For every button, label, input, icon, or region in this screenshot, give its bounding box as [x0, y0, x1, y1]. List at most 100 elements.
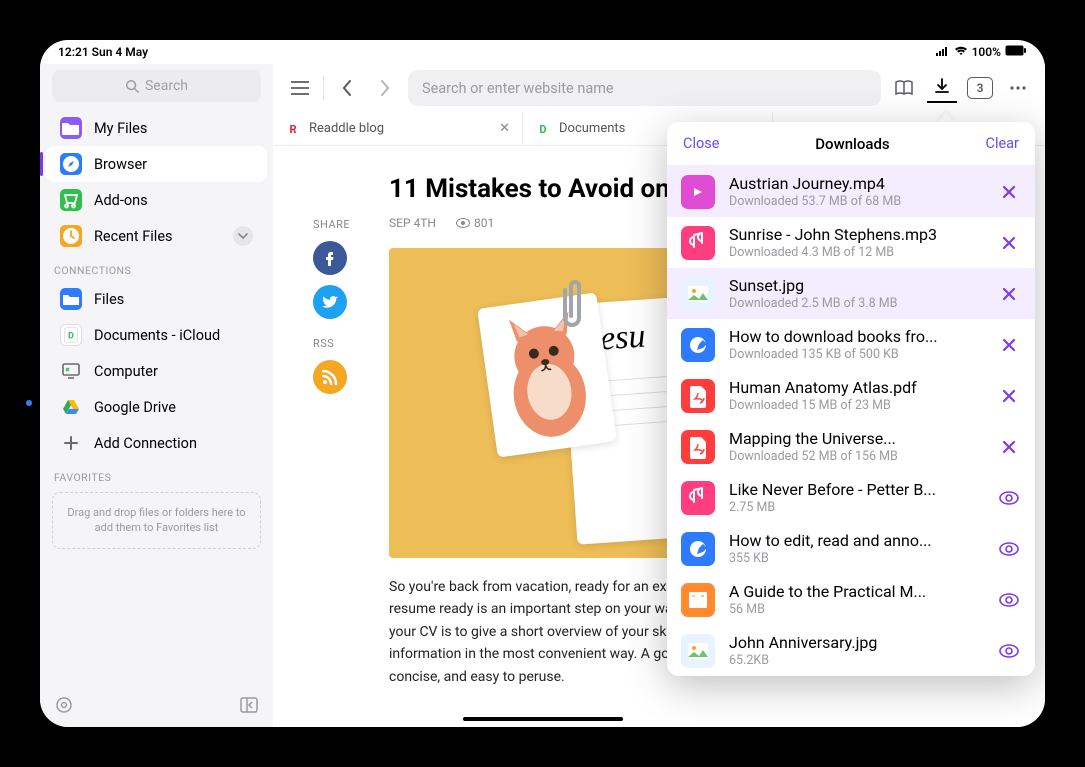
downloads-clear[interactable]: Clear	[986, 135, 1019, 152]
connection-computer[interactable]: Computer	[46, 353, 267, 389]
download-name: Mapping the Universe...	[729, 429, 983, 448]
download-name: How to download books fro...	[729, 327, 983, 346]
download-row[interactable]: Like Never Before - Petter B...2.75 MB	[667, 472, 1035, 523]
rss-label: RSS	[313, 337, 363, 350]
download-status: 56 MB	[729, 602, 983, 617]
back-button[interactable]	[332, 73, 362, 103]
pdf-file-icon	[681, 430, 715, 464]
book-file-icon	[681, 583, 715, 617]
battery-icon	[1005, 45, 1027, 59]
cancel-download-icon[interactable]	[997, 286, 1021, 302]
sidebar-item-add-ons[interactable]: Add-ons	[46, 182, 267, 218]
download-row[interactable]: Austrian Journey.mp4Downloaded 53.7 MB o…	[667, 166, 1035, 217]
tabs-button[interactable]: 3	[965, 73, 995, 103]
close-tab-icon[interactable]: ✕	[499, 121, 510, 136]
facebook-icon[interactable]	[313, 241, 347, 275]
chevron-down-icon[interactable]	[233, 226, 253, 246]
svg-text:D: D	[68, 332, 74, 342]
download-row[interactable]: How to edit, read and anno...355 KB	[667, 523, 1035, 574]
favorites-dropzone[interactable]: Drag and drop files or folders here to a…	[52, 492, 261, 549]
hero-image: Resu	[389, 248, 699, 558]
connection-add-connection[interactable]: Add Connection	[46, 425, 267, 461]
twitter-icon[interactable]	[313, 285, 347, 319]
battery-pct: 100%	[972, 45, 1001, 59]
home-indicator[interactable]	[463, 717, 623, 721]
download-name: Sunset.jpg	[729, 276, 983, 295]
status-bar: 12:21 Sun 4 May 100%	[40, 40, 1045, 64]
more-icon[interactable]	[1003, 73, 1033, 103]
download-status: 2.75 MB	[729, 500, 983, 515]
svg-text:R: R	[289, 123, 296, 136]
connection-documents-icloud[interactable]: DDocuments - iCloud	[46, 317, 267, 353]
download-row[interactable]: A Guide to the Practical M...56 MB	[667, 574, 1035, 625]
download-status: Downloaded 53.7 MB of 68 MB	[729, 194, 983, 209]
download-row[interactable]: How to download books fro...Downloaded 1…	[667, 319, 1035, 370]
download-name: Human Anatomy Atlas.pdf	[729, 378, 983, 397]
download-row[interactable]: Human Anatomy Atlas.pdfDownloaded 15 MB …	[667, 370, 1035, 421]
cancel-download-icon[interactable]	[997, 184, 1021, 200]
svg-text:D: D	[539, 123, 546, 136]
download-status: Downloaded 15 MB of 23 MB	[729, 398, 983, 413]
cancel-download-icon[interactable]	[997, 388, 1021, 404]
share-label: SHARE	[313, 218, 363, 231]
download-name: John Anniversary.jpg	[729, 633, 983, 652]
cancel-download-icon[interactable]	[997, 337, 1021, 353]
download-status: Downloaded 135 KB of 500 KB	[729, 347, 983, 362]
view-download-icon[interactable]	[997, 593, 1021, 607]
sidebar-item-browser[interactable]: Browser	[46, 146, 267, 182]
view-download-icon[interactable]	[997, 542, 1021, 556]
settings-icon[interactable]	[54, 695, 74, 719]
collapse-sidebar-icon[interactable]	[239, 695, 259, 719]
favicon-icon: D	[535, 121, 551, 137]
connection-files[interactable]: Files	[46, 281, 267, 317]
view-download-icon[interactable]	[997, 644, 1021, 658]
favicon-icon: R	[285, 121, 301, 137]
rss-icon[interactable]	[313, 360, 347, 394]
connections-header: CONNECTIONS	[40, 254, 273, 281]
signal-icon	[936, 45, 950, 59]
connection-google-drive[interactable]: Google Drive	[46, 389, 267, 425]
status-time: 12:21 Sun 4 May	[58, 45, 148, 59]
browser-toolbar: Search or enter website name 3	[273, 64, 1045, 112]
download-row[interactable]: John Anniversary.jpg65.2KB	[667, 625, 1035, 676]
main-area: Search or enter website name 3 RReaddle …	[273, 64, 1045, 727]
search-input[interactable]: Search	[52, 70, 261, 102]
download-name: How to edit, read and anno...	[729, 531, 983, 550]
article-date: SEP 4TH	[389, 216, 436, 230]
article-body: So you're back from vacation, ready for …	[389, 576, 709, 688]
downloads-icon[interactable]	[927, 73, 957, 103]
reader-icon[interactable]	[889, 73, 919, 103]
image-file-icon	[681, 277, 715, 311]
cancel-download-icon[interactable]	[997, 235, 1021, 251]
sidebar: Search My FilesBrowserAdd-onsRecent File…	[40, 64, 273, 727]
sidebar-item-my-files[interactable]: My Files	[46, 110, 267, 146]
video-file-icon	[681, 175, 715, 209]
image-file-icon	[681, 634, 715, 668]
downloads-title: Downloads	[815, 135, 889, 153]
article-views: 801	[474, 216, 494, 230]
download-name: Austrian Journey.mp4	[729, 174, 983, 193]
downloads-close[interactable]: Close	[683, 135, 719, 152]
download-name: A Guide to the Practical M...	[729, 582, 983, 601]
download-row[interactable]: Mapping the Universe...Downloaded 52 MB …	[667, 421, 1035, 472]
download-status: Downloaded 2.5 MB of 3.8 MB	[729, 296, 983, 311]
paperclip-icon	[557, 278, 587, 332]
cancel-download-icon[interactable]	[997, 439, 1021, 455]
download-row[interactable]: Sunrise - John Stephens.mp3Downloaded 4.…	[667, 217, 1035, 268]
tab-readdle-blog[interactable]: RReaddle blog✕	[273, 112, 523, 145]
download-status: 65.2KB	[729, 653, 983, 668]
hamburger-icon[interactable]	[285, 73, 315, 103]
web-file-icon	[681, 328, 715, 362]
sidebar-item-recent-files[interactable]: Recent Files	[46, 218, 267, 254]
download-row[interactable]: Sunset.jpgDownloaded 2.5 MB of 3.8 MB	[667, 268, 1035, 319]
wifi-icon	[954, 45, 968, 59]
forward-button[interactable]	[370, 73, 400, 103]
download-name: Sunrise - John Stephens.mp3	[729, 225, 983, 244]
download-status: Downloaded 52 MB of 156 MB	[729, 449, 983, 464]
download-name: Like Never Before - Petter B...	[729, 480, 983, 499]
favorites-header: FAVORITES	[40, 461, 273, 488]
download-status: Downloaded 4.3 MB of 12 MB	[729, 245, 983, 260]
view-download-icon[interactable]	[997, 491, 1021, 505]
address-bar[interactable]: Search or enter website name	[408, 70, 881, 106]
audio-file-icon	[681, 226, 715, 260]
